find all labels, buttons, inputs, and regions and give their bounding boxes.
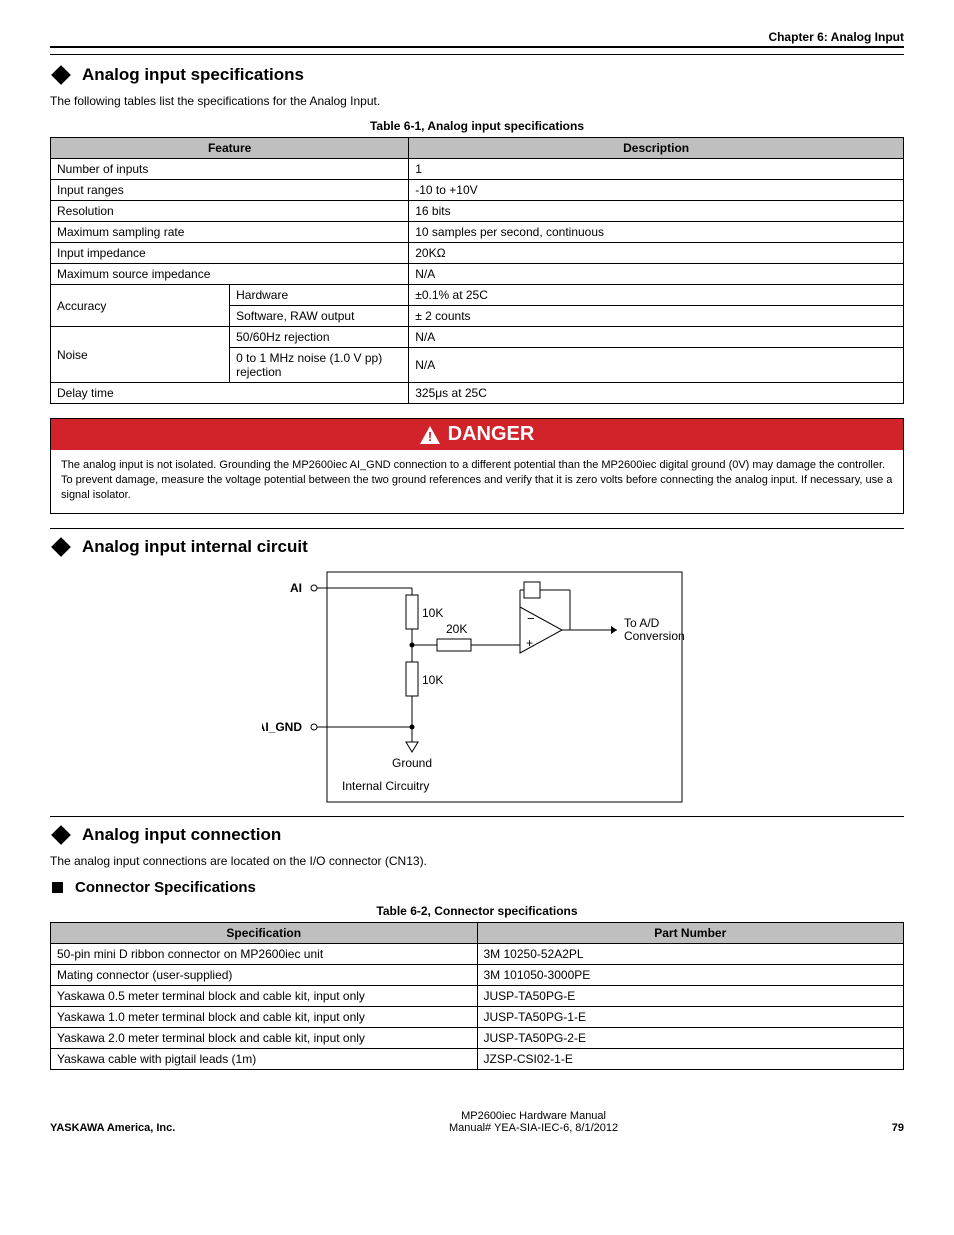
cell: 325μs at 25C <box>409 383 904 404</box>
footer-doc-no: Manual# YEA-SIA-IEC-6, 8/1/2012 <box>175 1122 891 1134</box>
cell: JUSP-TA50PG-E <box>477 985 904 1006</box>
cell: Input ranges <box>51 180 409 201</box>
label-internal: Internal Circuitry <box>342 779 429 793</box>
cell: Yaskawa 2.0 meter terminal block and cab… <box>51 1027 478 1048</box>
chapter-title: Chapter 6: Analog Input <box>50 30 904 44</box>
table-6-2: Specification Part Number 50-pin mini D … <box>50 922 904 1070</box>
cell: Delay time <box>51 383 409 404</box>
header-rule-thick <box>50 46 904 48</box>
table-6-1: Feature Description Number of inputs1 In… <box>50 137 904 404</box>
footer-doc: MP2600iec Hardware Manual Manual# YEA-SI… <box>175 1110 891 1134</box>
diamond-bullet-icon <box>51 825 71 845</box>
cell: 0 to 1 MHz noise (1.0 V pp) rejection <box>230 348 409 383</box>
section-internal-circuit: Analog input internal circuit AI 10K 20K… <box>50 528 904 810</box>
cell: Input impedance <box>51 243 409 264</box>
page-footer: YASKAWA America, Inc. MP2600iec Hardware… <box>50 1110 904 1134</box>
cell: JUSP-TA50PG-1-E <box>477 1006 904 1027</box>
diamond-bullet-icon <box>51 65 71 85</box>
cell: 1 <box>409 159 904 180</box>
section-rule <box>50 528 904 529</box>
cell: 16 bits <box>409 201 904 222</box>
cell: Maximum sampling rate <box>51 222 409 243</box>
cell: Mating connector (user-supplied) <box>51 964 478 985</box>
cell: ±0.1% at 25C <box>409 285 904 306</box>
cell: ± 2 counts <box>409 306 904 327</box>
conn-intro: The analog input connections are located… <box>50 853 904 869</box>
cell: JZSP-CSI02-1-E <box>477 1048 904 1069</box>
svg-text:+: + <box>526 636 533 650</box>
danger-header: ! DANGER <box>51 419 903 450</box>
subheading-connector-spec: Connector Specifications <box>50 879 904 896</box>
cell: Yaskawa 1.0 meter terminal block and cab… <box>51 1006 478 1027</box>
heading-connection-text: Analog input connection <box>82 825 281 845</box>
subheading-connector-spec-text: Connector Specifications <box>75 879 256 896</box>
th-spec: Specification <box>51 922 478 943</box>
danger-box: ! DANGER The analog input is not isolate… <box>50 418 904 514</box>
footer-doc-title: MP2600iec Hardware Manual <box>175 1110 891 1122</box>
label-ground: Ground <box>392 756 432 770</box>
heading-circuit-text: Analog input internal circuit <box>82 537 308 557</box>
label-r20k: 20K <box>446 622 467 636</box>
danger-body: The analog input is not isolated. Ground… <box>51 450 903 513</box>
label-conversion: Conversion <box>624 629 685 643</box>
cell: N/A <box>409 348 904 383</box>
cell: Number of inputs <box>51 159 409 180</box>
th-partno: Part Number <box>477 922 904 943</box>
cell: Yaskawa 0.5 meter terminal block and cab… <box>51 985 478 1006</box>
cell: JUSP-TA50PG-2-E <box>477 1027 904 1048</box>
cell: 50-pin mini D ribbon connector on MP2600… <box>51 943 478 964</box>
cell: Software, RAW output <box>230 306 409 327</box>
cell: N/A <box>409 327 904 348</box>
warning-triangle-icon: ! <box>420 426 440 444</box>
cell: Resolution <box>51 201 409 222</box>
circuit-diagram: AI 10K 20K 10K AI_GND <box>262 567 692 810</box>
th-description: Description <box>409 138 904 159</box>
spec-intro: The following tables list the specificat… <box>50 93 904 109</box>
cell-noise: Noise <box>51 327 230 383</box>
table-6-2-title: Table 6-2, Connector specifications <box>50 904 904 918</box>
label-r10k-bot: 10K <box>422 673 443 687</box>
section-rule <box>50 54 904 55</box>
label-ai: AI <box>290 581 302 595</box>
cell: 3M 101050-3000PE <box>477 964 904 985</box>
label-to-ad: To A/D <box>624 616 660 630</box>
cell-accuracy: Accuracy <box>51 285 230 327</box>
cell: 20KΩ <box>409 243 904 264</box>
cell: Yaskawa cable with pigtail leads (1m) <box>51 1048 478 1069</box>
heading-spec: Analog input specifications <box>50 65 904 85</box>
cell: Maximum source impedance <box>51 264 409 285</box>
cell: N/A <box>409 264 904 285</box>
section-analog-input-spec: Analog input specifications The followin… <box>50 54 904 514</box>
section-connection: Analog input connection The analog input… <box>50 816 904 1070</box>
footer-company: YASKAWA America, Inc. <box>50 1122 175 1134</box>
danger-label: DANGER <box>448 423 535 446</box>
cell: 50/60Hz rejection <box>230 327 409 348</box>
heading-connection: Analog input connection <box>50 825 904 845</box>
label-r10k-top: 10K <box>422 606 443 620</box>
diamond-bullet-icon <box>51 537 71 557</box>
section-rule <box>50 816 904 817</box>
cell: -10 to +10V <box>409 180 904 201</box>
cell: 3M 10250-52A2PL <box>477 943 904 964</box>
table-6-1-title: Table 6-1, Analog input specifications <box>50 119 904 133</box>
footer-page: 79 <box>892 1122 904 1134</box>
heading-circuit: Analog input internal circuit <box>50 537 904 557</box>
svg-text:−: − <box>527 611 535 626</box>
label-ai-gnd: AI_GND <box>262 720 302 734</box>
heading-spec-text: Analog input specifications <box>82 65 304 85</box>
svg-text:!: ! <box>427 429 431 444</box>
th-feature: Feature <box>51 138 409 159</box>
cell: Hardware <box>230 285 409 306</box>
cell: 10 samples per second, continuous <box>409 222 904 243</box>
square-bullet-icon <box>52 882 63 893</box>
